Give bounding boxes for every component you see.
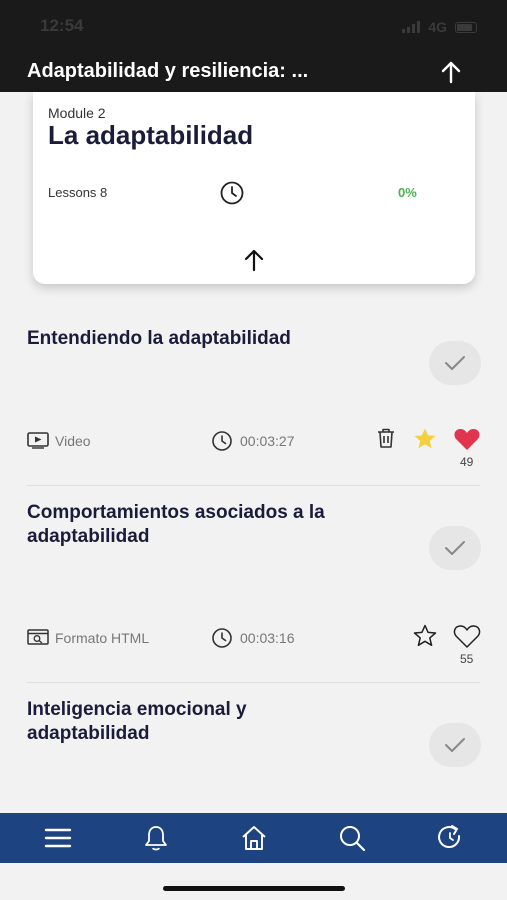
collapse-module-icon[interactable] (241, 247, 267, 273)
divider (27, 682, 480, 683)
complete-lesson-button[interactable] (429, 526, 481, 570)
star-filled-icon[interactable] (412, 426, 438, 452)
module-lessons-count: Lessons 8 (48, 185, 108, 200)
status-indicators: 4G (402, 19, 477, 35)
video-icon (27, 432, 49, 449)
check-icon (445, 738, 465, 752)
module-label: Module 2 (48, 105, 106, 121)
divider (27, 485, 480, 486)
bottom-nav (0, 813, 507, 863)
complete-lesson-button[interactable] (429, 723, 481, 767)
html-format-icon (27, 629, 49, 645)
heart-outline-icon[interactable] (453, 623, 481, 649)
status-bar: 12:54 4G (0, 0, 507, 52)
home-icon[interactable] (240, 824, 268, 852)
network-type: 4G (428, 19, 447, 35)
trash-icon[interactable] (375, 426, 397, 450)
battery-icon (455, 21, 477, 33)
clock-icon (212, 628, 232, 648)
check-icon (445, 541, 465, 555)
lesson-meta: Formato HTML 00:03:16 55 (27, 623, 482, 666)
module-card[interactable]: Module 2 La adaptabilidad Lessons 8 0% (33, 92, 475, 284)
bell-icon[interactable] (142, 824, 170, 852)
home-indicator[interactable] (163, 886, 345, 891)
like-count: 55 (460, 652, 474, 666)
status-time: 12:54 (40, 16, 84, 35)
check-icon (445, 356, 465, 370)
module-progress: 0% (398, 185, 417, 200)
lesson-title: Inteligencia emocional y adaptabilidad (27, 699, 247, 744)
like-count: 49 (460, 455, 474, 469)
clock-icon (212, 431, 232, 451)
lesson-item[interactable]: Comportamientos asociados a la adaptabil… (27, 501, 482, 671)
lesson-type: Formato HTML (55, 630, 150, 646)
lesson-title: Entendiendo la adaptabilidad (27, 328, 291, 349)
refresh-icon[interactable] (436, 824, 464, 852)
lesson-title: Comportamientos asociados a la adaptabil… (27, 502, 325, 547)
app-header: Adaptabilidad y resiliencia: ... (0, 52, 507, 92)
star-outline-icon[interactable] (412, 623, 438, 649)
heart-filled-icon[interactable] (453, 426, 481, 452)
signal-icon (402, 21, 421, 33)
lesson-type: Video (55, 433, 91, 449)
search-icon[interactable] (338, 824, 366, 852)
lesson-duration: 00:03:16 (240, 630, 295, 646)
lesson-item[interactable]: Inteligencia emocional y adaptabilidad (27, 698, 482, 808)
lesson-duration: 00:03:27 (240, 433, 295, 449)
course-title: Adaptabilidad y resiliencia: ... (27, 60, 309, 82)
menu-icon[interactable] (44, 824, 72, 852)
lesson-item[interactable]: Entendiendo la adaptabilidad Video 00:03… (27, 327, 482, 469)
clock-icon (220, 181, 244, 205)
complete-lesson-button[interactable] (429, 341, 481, 385)
lesson-meta: Video 00:03:27 49 (27, 426, 482, 469)
module-title: La adaptabilidad (48, 120, 254, 150)
arrow-up-icon[interactable] (437, 58, 465, 86)
